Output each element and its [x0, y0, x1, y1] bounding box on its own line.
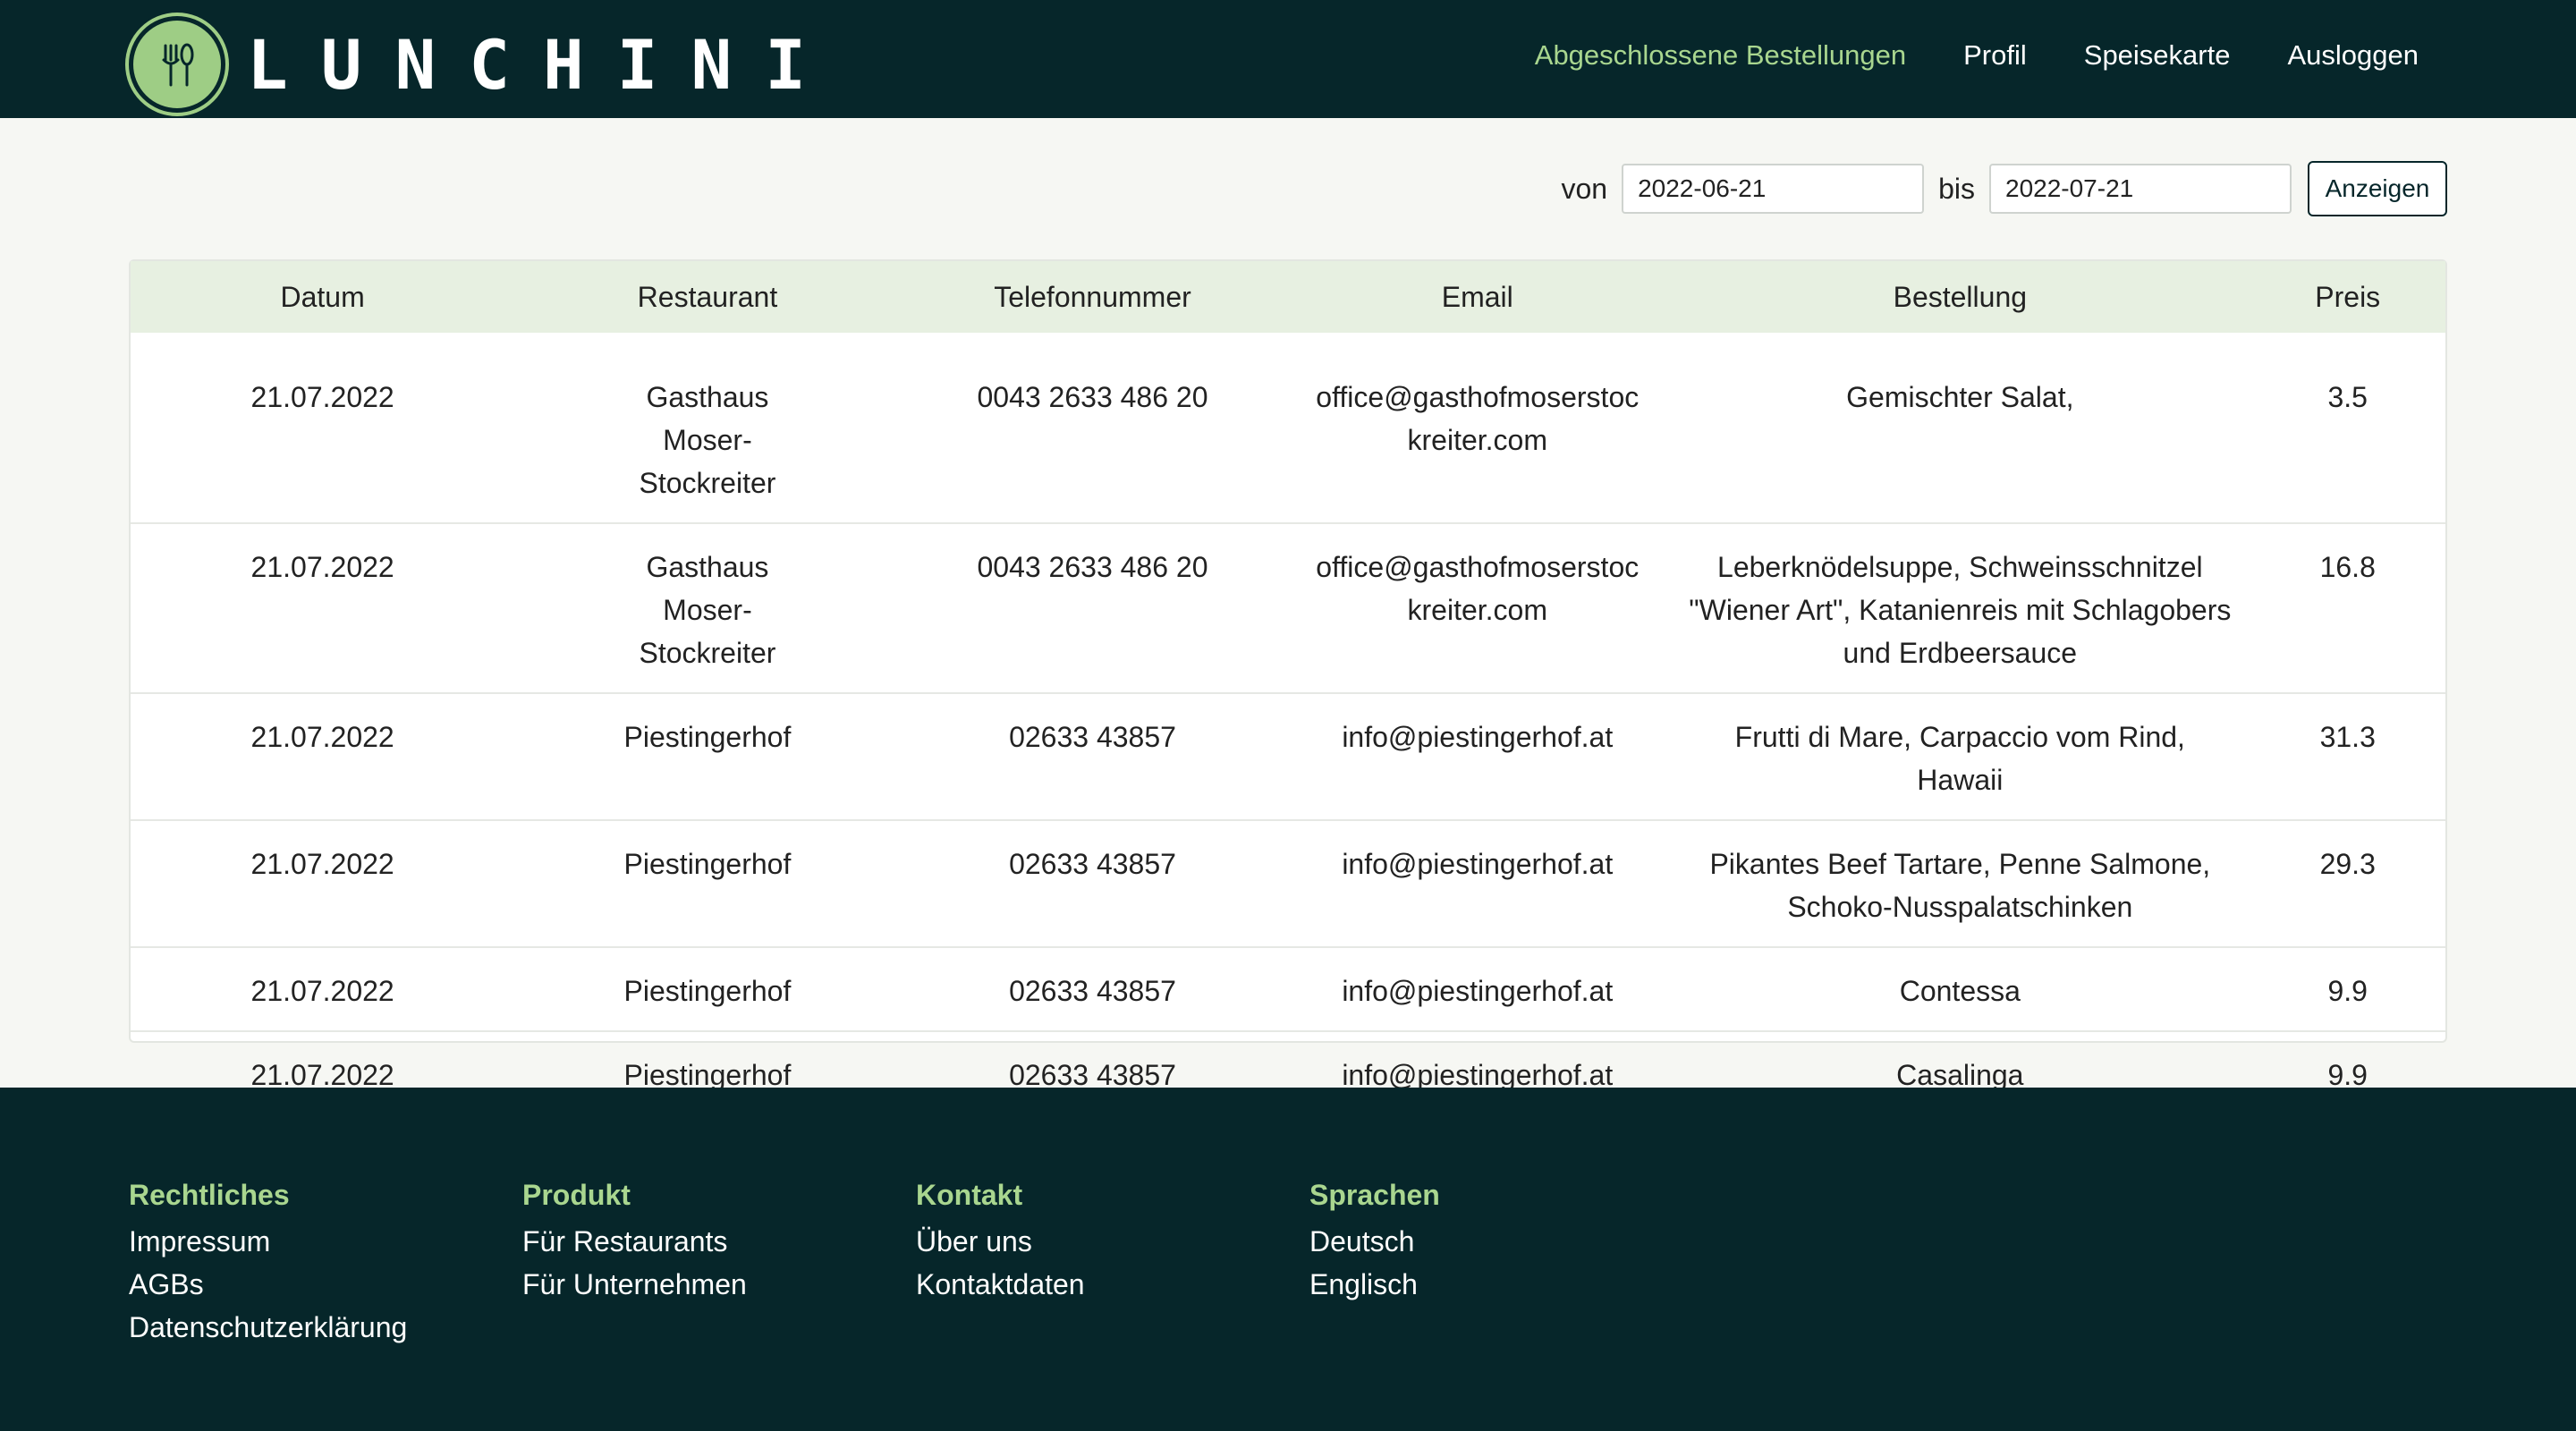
- nav-menu[interactable]: Speisekarte: [2084, 39, 2231, 72]
- header-phone[interactable]: Telefonnummer: [901, 261, 1285, 333]
- orders-table-card: Datum Restaurant Telefonnummer Email Bes…: [129, 259, 2447, 1091]
- table-row: 21.07.2022 Gasthaus Moser-Stockreiter 00…: [131, 354, 2445, 524]
- nav-completed-orders[interactable]: Abgeschlossene Bestellungen: [1535, 39, 1906, 72]
- table-header-row: Datum Restaurant Telefonnummer Email Bes…: [131, 261, 2445, 333]
- cell-restaurant: Piestingerhof: [514, 820, 901, 948]
- footer-link-impressum[interactable]: Impressum: [129, 1220, 407, 1263]
- cell-price: 31.3: [2250, 693, 2445, 821]
- cell-date: 21.07.2022: [131, 820, 515, 948]
- cell-date: 21.07.2022: [131, 354, 515, 524]
- cell-restaurant: Piestingerhof: [514, 693, 901, 821]
- header-order[interactable]: Bestellung: [1670, 261, 2250, 333]
- cell-restaurant: Gasthaus Moser-Stockreiter: [514, 354, 901, 524]
- cell-date: 21.07.2022: [131, 523, 515, 694]
- footer-col-languages: Sprachen Deutsch Englisch: [1309, 1173, 1440, 1306]
- footer-link-agbs[interactable]: AGBs: [129, 1263, 407, 1306]
- nav-logout[interactable]: Ausloggen: [2287, 39, 2419, 72]
- footer-heading-legal: Rechtliches: [129, 1179, 290, 1211]
- cell-phone: 0043 2633 486 20: [900, 523, 1285, 694]
- cell-order: Pikantes Beef Tartare, Penne Salmone, Sc…: [1670, 820, 2250, 948]
- header-email[interactable]: Email: [1284, 261, 1670, 333]
- cell-date: 21.07.2022: [131, 947, 515, 1032]
- to-date-input[interactable]: [1989, 164, 2292, 214]
- top-navbar: LUNCHINI Abgeschlossene Bestellungen Pro…: [0, 0, 2576, 118]
- table-row: 21.07.2022 Piestingerhof 02633 43857 inf…: [131, 693, 2445, 821]
- logo-text: LUNCHINI: [247, 24, 840, 105]
- cell-email: info@piestingerhof.at: [1284, 693, 1671, 821]
- orders-table: Datum Restaurant Telefonnummer Email Bes…: [131, 261, 2445, 1114]
- from-date-input[interactable]: [1622, 164, 1925, 214]
- cell-phone: 02633 43857: [900, 947, 1285, 1032]
- footer-link-contact-data[interactable]: Kontaktdaten: [916, 1263, 1085, 1306]
- footer-link-for-restaurants[interactable]: Für Restaurants: [522, 1220, 747, 1263]
- footer-heading-languages: Sprachen: [1309, 1179, 1440, 1211]
- main-nav: Abgeschlossene Bestellungen Profil Speis…: [1478, 39, 2419, 72]
- cell-phone: 02633 43857: [900, 820, 1285, 948]
- footer-link-privacy[interactable]: Datenschutzerklärung: [129, 1306, 407, 1349]
- footer-col-legal: Rechtliches Impressum AGBs Datenschutzer…: [129, 1173, 407, 1349]
- from-label: von: [1561, 172, 1608, 205]
- footer-heading-product: Produkt: [522, 1179, 631, 1211]
- cell-email: office@gasthofmoserstockreiter.com: [1284, 354, 1671, 524]
- table-row: 21.07.2022 Piestingerhof 02633 43857 inf…: [131, 947, 2445, 1032]
- logo[interactable]: LUNCHINI: [129, 16, 839, 113]
- nav-profile[interactable]: Profil: [1963, 39, 2027, 72]
- header-date[interactable]: Datum: [131, 261, 514, 333]
- footer-heading-contact: Kontakt: [916, 1179, 1023, 1211]
- cell-order: Frutti di Mare, Carpaccio vom Rind, Hawa…: [1670, 693, 2250, 821]
- table-spacer: [131, 333, 2445, 354]
- to-label: bis: [1938, 172, 1975, 205]
- cell-restaurant: Piestingerhof: [514, 947, 901, 1032]
- table-row: 21.07.2022 Gasthaus Moser-Stockreiter 00…: [131, 523, 2445, 694]
- cell-price: 3.5: [2250, 354, 2445, 524]
- header-restaurant[interactable]: Restaurant: [514, 261, 900, 333]
- cell-order: Leberknödelsuppe, Schweinsschnitzel "Wie…: [1670, 523, 2250, 694]
- cutlery-icon: [129, 16, 225, 113]
- cell-restaurant: Gasthaus Moser-Stockreiter: [514, 523, 901, 694]
- date-filter: von bis Anzeigen: [1561, 161, 2447, 216]
- footer-link-for-companies[interactable]: Für Unternehmen: [522, 1263, 747, 1306]
- cell-email: info@piestingerhof.at: [1284, 820, 1671, 948]
- cell-date: 21.07.2022: [131, 693, 515, 821]
- footer-col-contact: Kontakt Über uns Kontaktdaten: [916, 1173, 1085, 1306]
- show-button[interactable]: Anzeigen: [2308, 161, 2447, 216]
- footer-col-product: Produkt Für Restaurants Für Unternehmen: [522, 1173, 747, 1306]
- cell-email: office@gasthofmoserstockreiter.com: [1284, 523, 1671, 694]
- footer-link-german[interactable]: Deutsch: [1309, 1220, 1440, 1263]
- footer: Rechtliches Impressum AGBs Datenschutzer…: [0, 1088, 2576, 1431]
- cell-price: 16.8: [2250, 523, 2445, 694]
- header-price[interactable]: Preis: [2250, 261, 2445, 333]
- cell-phone: 02633 43857: [900, 693, 1285, 821]
- cell-price: 29.3: [2250, 820, 2445, 948]
- cell-phone: 0043 2633 486 20: [900, 354, 1285, 524]
- cell-order: Gemischter Salat,: [1670, 354, 2250, 524]
- footer-link-about[interactable]: Über uns: [916, 1220, 1085, 1263]
- table-row: 21.07.2022 Piestingerhof 02633 43857 inf…: [131, 820, 2445, 948]
- cell-order: Contessa: [1670, 947, 2250, 1032]
- cell-email: info@piestingerhof.at: [1284, 947, 1671, 1032]
- cell-price: 9.9: [2250, 947, 2445, 1032]
- footer-link-english[interactable]: Englisch: [1309, 1263, 1440, 1306]
